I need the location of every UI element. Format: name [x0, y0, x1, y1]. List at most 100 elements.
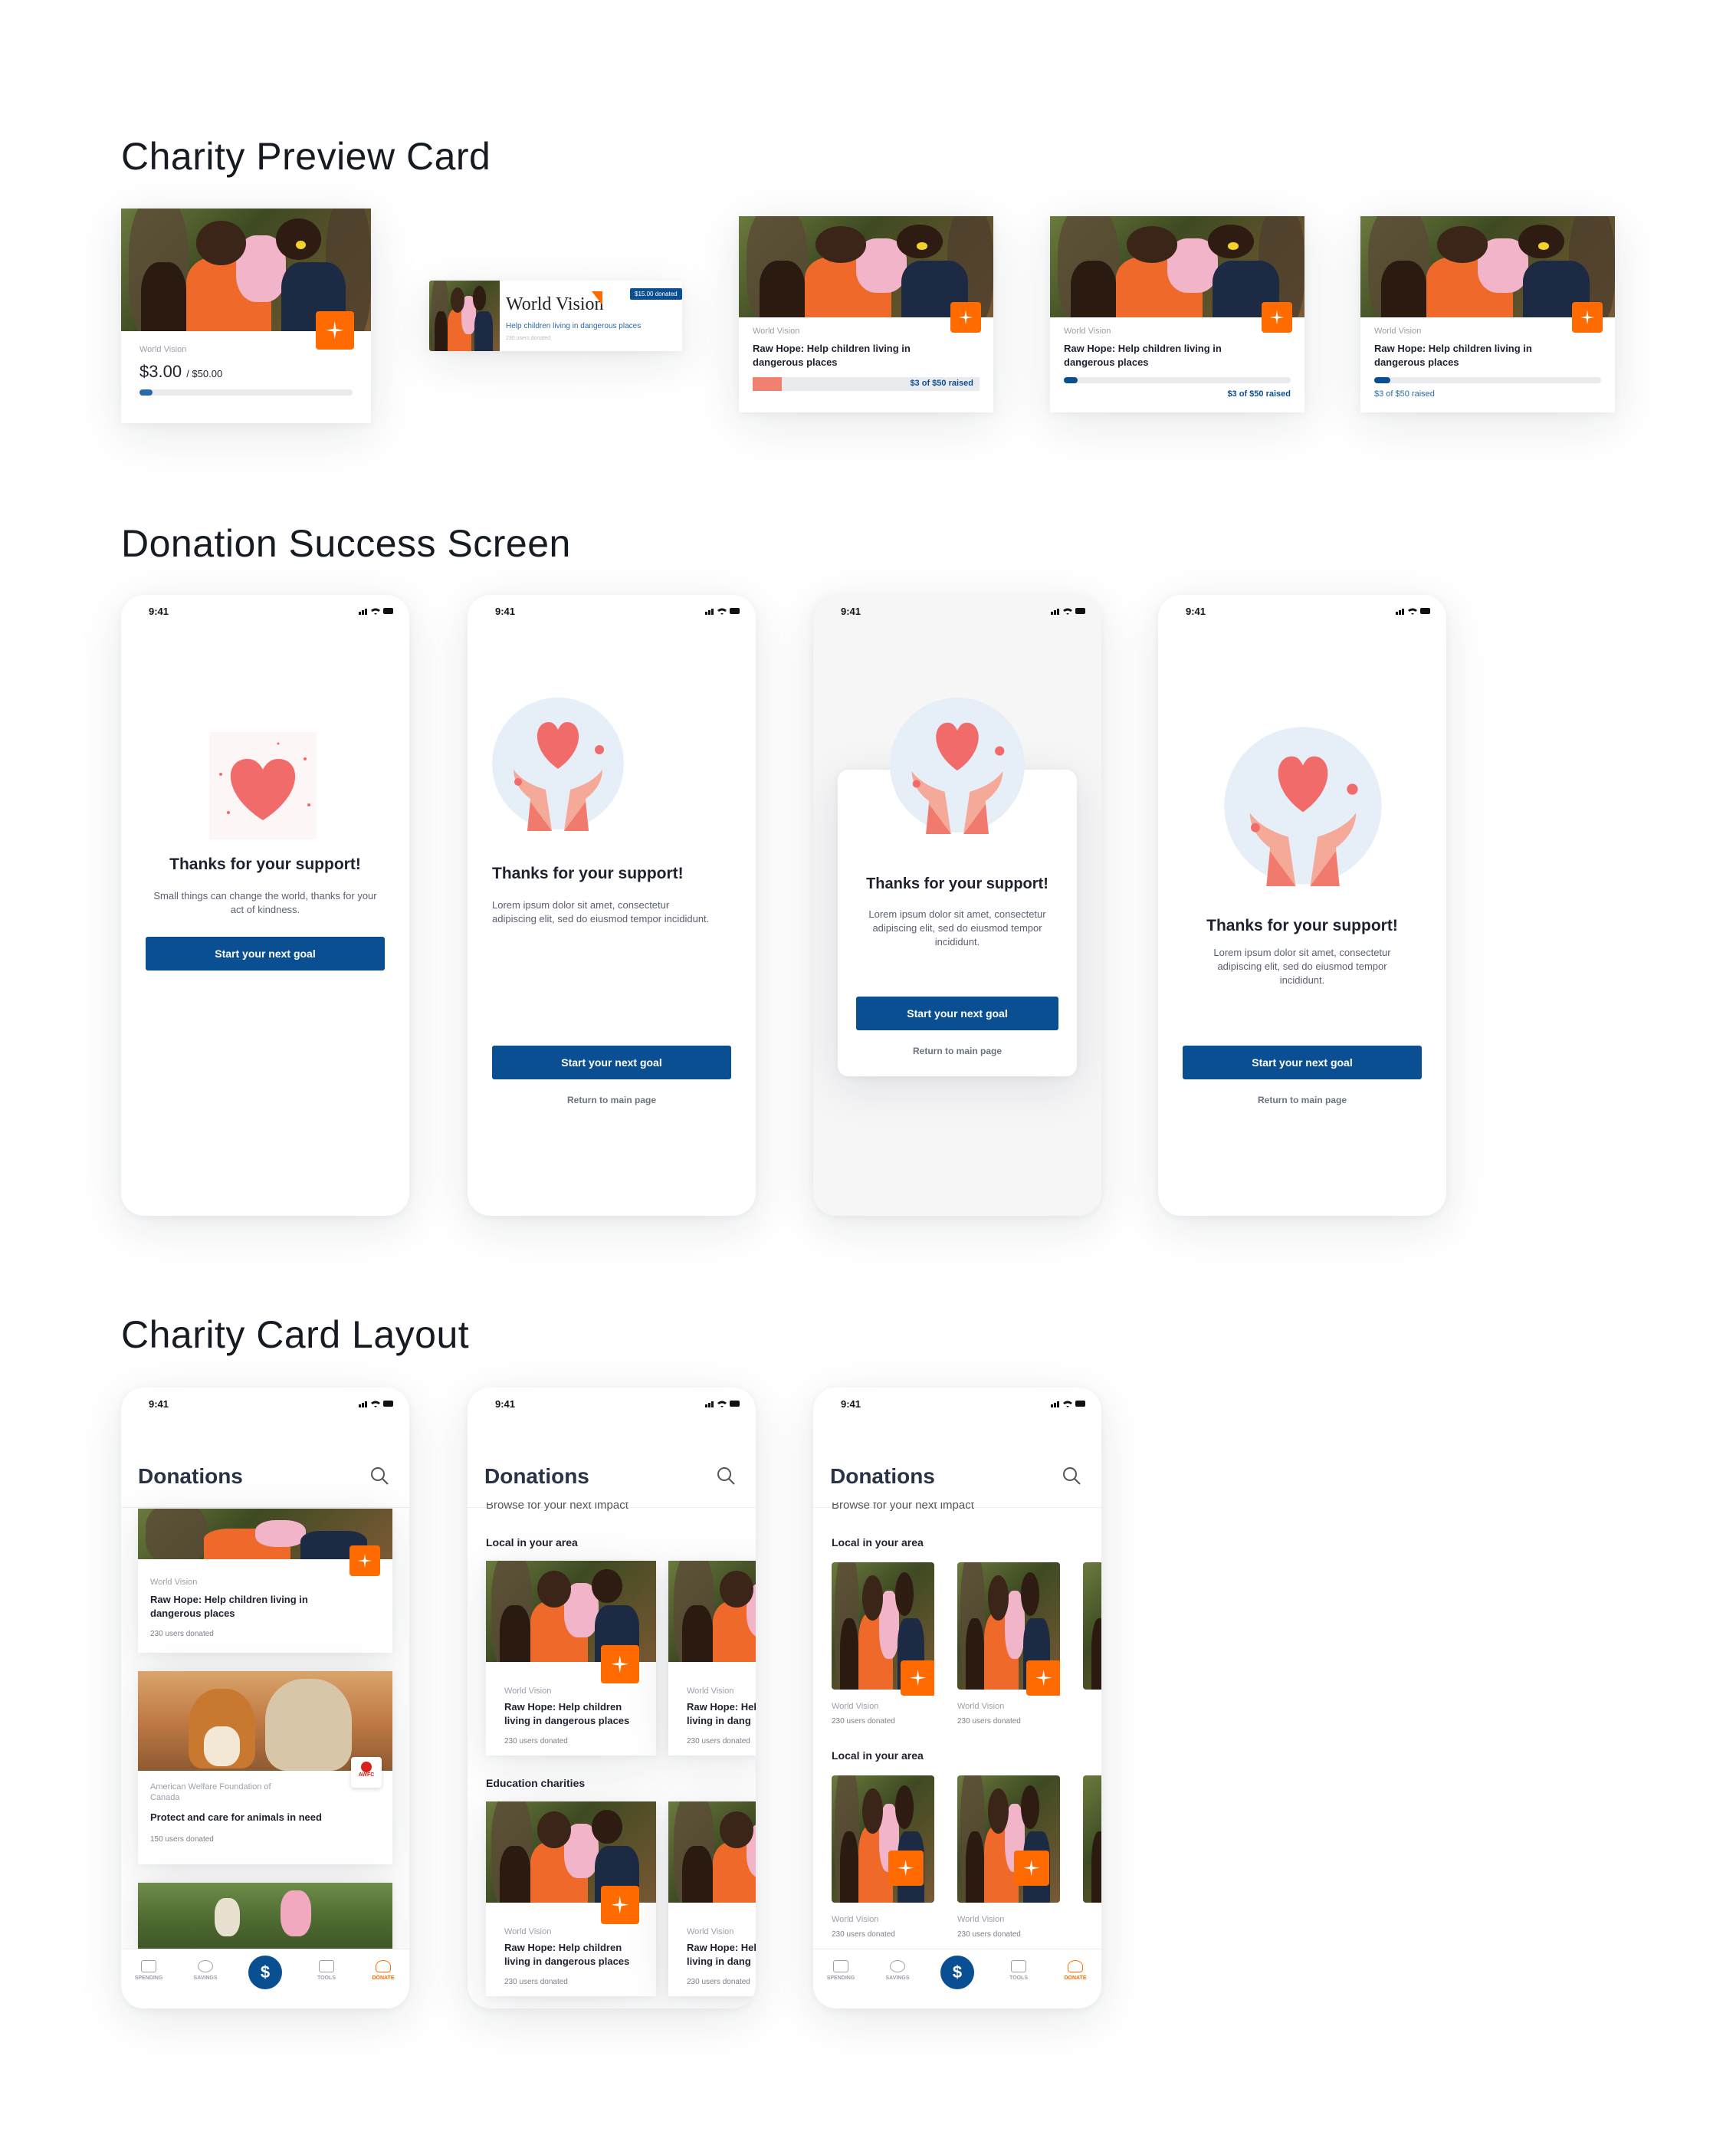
- charity-photo: [1083, 1775, 1101, 1903]
- raised-text: $3 of $50 raised: [910, 379, 973, 388]
- sparkle-icon[interactable]: [601, 1886, 639, 1924]
- charity-tile[interactable]: World Vision 230 users donated: [957, 1775, 1060, 1946]
- start-next-goal-button[interactable]: Start your next goal: [856, 997, 1058, 1030]
- charity-card[interactable]: [138, 1883, 392, 1959]
- sparkle-icon[interactable]: [316, 311, 354, 350]
- charity-title: Raw Hope: Help children living in dang: [687, 1701, 756, 1726]
- preview-card-3[interactable]: World Vision Raw Hope: Help children liv…: [739, 216, 993, 412]
- org-name: World Vision: [957, 1702, 1005, 1711]
- sparkle-icon[interactable]: [349, 1545, 380, 1576]
- success-screen-3: 9:41 Thanks for your support! Lorem ipsu…: [813, 595, 1101, 1216]
- org-name: World Vision: [687, 1927, 734, 1936]
- bottom-navbar: SPENDING SAVINGS $ TOOLS DONATE: [121, 1949, 409, 2008]
- nav-savings[interactable]: SAVINGS: [190, 1960, 221, 1981]
- thanks-body: Small things can change the world, thank…: [153, 890, 377, 915]
- sparkle-icon[interactable]: [1572, 302, 1603, 333]
- nav-tools[interactable]: TOOLS: [1003, 1960, 1034, 1981]
- thanks-body: Lorem ipsum dolor sit amet, consectetur …: [492, 899, 710, 924]
- charity-photo: [429, 281, 500, 351]
- charity-card[interactable]: World Vision Raw Hope: Help children liv…: [138, 1509, 392, 1653]
- progress-bar: [1374, 377, 1601, 383]
- start-next-goal-button[interactable]: Start your next goal: [492, 1046, 731, 1079]
- charity-card[interactable]: World Vision Raw Hope: Help children liv…: [668, 1561, 756, 1755]
- nav-tools[interactable]: TOOLS: [311, 1960, 342, 1981]
- preview-card-1[interactable]: World Vision $3.00 / $50.00: [121, 209, 371, 423]
- sparkle-icon[interactable]: [1014, 1851, 1049, 1886]
- page-title: Donations: [830, 1464, 935, 1488]
- users-donated: 230 users donated: [832, 1930, 895, 1939]
- sparkle-icon[interactable]: [1262, 302, 1292, 333]
- charity-photo: [668, 1561, 756, 1662]
- sparkle-icon[interactable]: [888, 1851, 924, 1886]
- status-time: 9:41: [495, 1398, 516, 1410]
- thanks-title: Thanks for your support!: [492, 865, 684, 882]
- thanks-title: Thanks for your support!: [1206, 917, 1398, 934]
- org-name: World Vision: [1064, 327, 1111, 336]
- progress-bar: [1064, 377, 1291, 383]
- sparkle-icon[interactable]: [901, 1660, 934, 1696]
- heart-hands-icon: [1224, 727, 1382, 886]
- status-icons: [1051, 1401, 1085, 1407]
- raised-text: $3 of $50 raised: [1227, 389, 1291, 399]
- section-title-layout: Charity Card Layout: [121, 1313, 470, 1356]
- section-title-preview: Charity Preview Card: [121, 135, 491, 178]
- section-title-success: Donation Success Screen: [121, 522, 571, 565]
- page-subtitle: Browse for your next impact: [486, 1503, 628, 1512]
- charity-tile[interactable]: World Vision 230 users donated: [832, 1562, 934, 1732]
- search-icon[interactable]: [1062, 1466, 1081, 1486]
- search-icon[interactable]: [716, 1466, 736, 1486]
- charity-card[interactable]: World Vision Raw Hope: Help children liv…: [486, 1801, 656, 1996]
- nav-donate[interactable]: DONATE: [1060, 1960, 1091, 1981]
- card-subtitle: Help children living in dangerous places: [506, 322, 642, 330]
- sparkle-icon[interactable]: [950, 302, 981, 333]
- charity-card[interactable]: AWFC American Welfare Foundation of Cana…: [138, 1671, 392, 1864]
- section-label: Education charities: [486, 1777, 586, 1789]
- nav-dollar-button[interactable]: $: [248, 1956, 282, 1989]
- nav-spending[interactable]: SPENDING: [825, 1960, 856, 1981]
- users-donated: 230 users donated: [150, 1630, 214, 1638]
- return-main-link[interactable]: Return to main page: [813, 1046, 1101, 1056]
- status-icons: [359, 608, 393, 615]
- success-screen-4: 9:41 Thanks for your support! Lorem ipsu…: [1158, 595, 1446, 1216]
- raised-text: $3 of $50 raised: [1374, 389, 1435, 399]
- thanks-body: Lorem ipsum dolor sit amet, consectetur …: [1213, 947, 1391, 986]
- status-icons: [1396, 608, 1430, 615]
- charity-tile[interactable]: World Vision 230 users donated: [832, 1775, 934, 1946]
- start-next-goal-button[interactable]: Start your next goal: [1183, 1046, 1422, 1079]
- charity-tile[interactable]: [1083, 1562, 1101, 1732]
- start-next-goal-button[interactable]: Start your next goal: [146, 937, 385, 970]
- logo-mark-icon: [592, 291, 602, 305]
- page-subtitle: Browse for your next impact: [832, 1503, 974, 1512]
- status-icons: [705, 1401, 740, 1407]
- return-main-link[interactable]: Return to main page: [468, 1095, 756, 1105]
- section-label: Local in your area: [832, 1536, 924, 1548]
- nav-savings[interactable]: SAVINGS: [882, 1960, 913, 1981]
- charity-title: Raw Hope: Help children living in danger…: [150, 1594, 308, 1619]
- heart-hands-icon: [890, 698, 1025, 834]
- preview-card-2[interactable]: World Vision $15.00 donated Help childre…: [429, 281, 682, 351]
- success-screen-2: 9:41 Thanks for your support! Lorem ipsu…: [468, 595, 756, 1216]
- charity-card[interactable]: World Vision Raw Hope: Help children liv…: [668, 1801, 756, 1996]
- preview-card-4[interactable]: World Vision Raw Hope: Help children liv…: [1050, 216, 1304, 412]
- sparkle-icon[interactable]: [1026, 1660, 1060, 1696]
- sparkle-icon[interactable]: [601, 1645, 639, 1683]
- users-donated: 230 users donated: [506, 336, 550, 341]
- charity-tile[interactable]: [1083, 1775, 1101, 1946]
- nav-donate[interactable]: DONATE: [368, 1960, 399, 1981]
- success-screen-1: 9:41 Thanks for your support! Small thin…: [121, 595, 409, 1216]
- org-name: World Vision: [832, 1702, 879, 1711]
- dogs-photo: [138, 1671, 392, 1771]
- charity-card[interactable]: World Vision Raw Hope: Help children liv…: [486, 1561, 656, 1755]
- charity-title: Raw Hope: Help children living in danger…: [504, 1701, 630, 1726]
- nav-dollar-button[interactable]: $: [940, 1956, 974, 1989]
- layout-screen-3: 9:41 Donations Browse for your next impa…: [813, 1388, 1101, 2008]
- preview-card-5[interactable]: World Vision Raw Hope: Help children liv…: [1360, 216, 1615, 412]
- users-donated: 230 users donated: [957, 1930, 1021, 1939]
- nav-spending[interactable]: SPENDING: [133, 1960, 164, 1981]
- org-name: World Vision: [832, 1915, 879, 1924]
- return-main-link[interactable]: Return to main page: [1158, 1095, 1446, 1105]
- charity-tile[interactable]: World Vision 230 users donated: [957, 1562, 1060, 1732]
- search-icon[interactable]: [369, 1466, 389, 1486]
- thanks-title: Thanks for your support!: [866, 875, 1048, 892]
- status-time: 9:41: [149, 606, 169, 617]
